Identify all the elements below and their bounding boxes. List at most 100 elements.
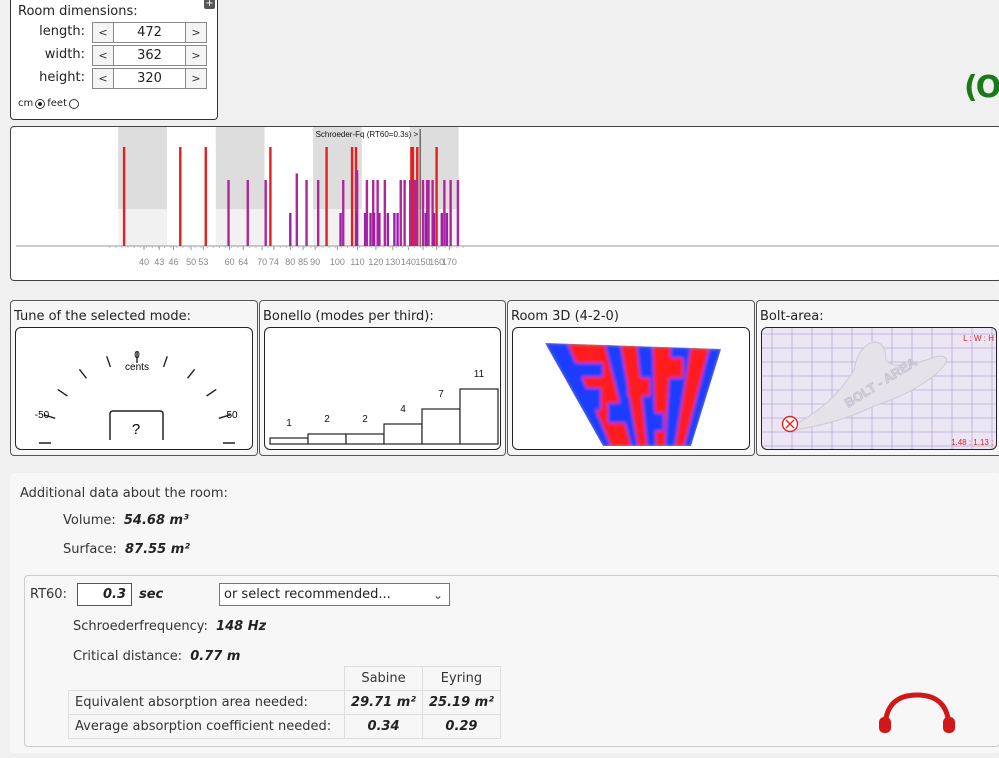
- bonello-panel: Bonello (modes per third): 1 2 2 4 7 11: [259, 300, 506, 456]
- mode-bar-oblique[interactable]: [372, 213, 376, 246]
- mode-bar-oblique[interactable]: [339, 213, 342, 246]
- band-upper: [215, 127, 265, 209]
- bonello-count: 4: [400, 404, 406, 415]
- unit-selector: cm feet: [18, 98, 81, 109]
- tick-label: 90: [310, 257, 320, 267]
- tick-label: 170: [442, 257, 457, 267]
- tick-label: 80: [285, 257, 295, 267]
- mode-bar-tangential[interactable]: [456, 180, 460, 246]
- rt60-unit: sec: [139, 587, 164, 602]
- bonello-count: 7: [438, 389, 444, 400]
- absorption-table: Sabine Eyring Equivalent absorption area…: [68, 666, 501, 739]
- length-row: length: < 472 >: [11, 22, 211, 43]
- mode-bar-tangential[interactable]: [316, 180, 320, 246]
- unit-feet-radio[interactable]: [35, 98, 46, 109]
- gauge-tick: [78, 368, 88, 379]
- bolt-area-svg: BOLT - AREA L : W : H 1.48 : 1.13 : 1: [762, 328, 996, 449]
- mode-bar-oblique[interactable]: [289, 213, 292, 246]
- height-decrease-button[interactable]: <: [92, 68, 114, 89]
- absorption-area-label: Equivalent absorption area needed:: [68, 690, 345, 715]
- mode-bar-axial[interactable]: [179, 147, 182, 246]
- mode-bar-oblique[interactable]: [363, 213, 367, 246]
- absorption-area-eyring: 25.19 m²: [422, 690, 501, 715]
- mode-bar-tangential[interactable]: [409, 180, 412, 246]
- room-modes-svg: 40 43 46 50 53 60 64 70 74 80 85 90 100 110 120 130 140 1…: [16, 127, 999, 267]
- mode-bar-axial[interactable]: [204, 147, 207, 246]
- rt60-label: RT60:: [30, 587, 67, 602]
- mode-bar-axial[interactable]: [269, 147, 272, 246]
- mode-bar-axial[interactable]: [435, 147, 438, 246]
- mode-bar-axial[interactable]: [350, 147, 354, 246]
- mode-bar-oblique[interactable]: [355, 213, 358, 246]
- mode-bar-oblique[interactable]: [424, 213, 427, 246]
- tick-label: 43: [154, 257, 164, 267]
- tune-title: Tune of the selected mode:: [14, 309, 191, 324]
- bonello-count: 2: [324, 414, 330, 425]
- mode-bar-tangential[interactable]: [305, 180, 308, 246]
- rt60-input[interactable]: 0.3: [77, 583, 132, 606]
- mode-bar-axial[interactable]: [122, 147, 126, 246]
- mode-bar-tangential[interactable]: [246, 180, 249, 246]
- width-decrease-button[interactable]: <: [92, 45, 114, 66]
- mode-bar-tangential[interactable]: [427, 180, 430, 246]
- mode-bar-tangential[interactable]: [414, 180, 418, 246]
- schroeder-row: Schroederfrequency: 148 Hz: [73, 619, 266, 634]
- width-increase-button[interactable]: >: [185, 45, 207, 66]
- mode-bar-tangential[interactable]: [264, 180, 267, 246]
- mode-bar-tangential[interactable]: [399, 180, 402, 246]
- bonello-count: 11: [474, 369, 485, 380]
- rt60-section: RT60: 0.3 sec or select recommended... ⌄…: [24, 575, 999, 747]
- tick-label: 70: [257, 257, 267, 267]
- length-decrease-button[interactable]: <: [92, 22, 114, 43]
- additional-data-section: Additional data about the room: Volume: …: [10, 473, 999, 753]
- length-input[interactable]: 472: [114, 22, 185, 43]
- absorption-area-sabine: 29.71 m²: [344, 690, 423, 715]
- length-label: length:: [39, 24, 85, 39]
- tick-label: 53: [198, 257, 208, 267]
- unit-cm-label: cm: [18, 98, 34, 109]
- bonello-svg: 1 2 2 4 7 11: [269, 369, 499, 445]
- bolt-lwh-label: L : W : H: [963, 334, 994, 343]
- room3d-title: Room 3D (4-2-0): [511, 309, 619, 324]
- tune-gauge: 0 cents -50 50 ?: [15, 327, 253, 450]
- mode-bar-tangential[interactable]: [443, 180, 446, 246]
- mode-bar-oblique[interactable]: [386, 213, 390, 246]
- length-increase-button[interactable]: >: [185, 22, 207, 43]
- mode-bar-tangential[interactable]: [421, 180, 425, 246]
- bolt-area-panel: Bolt-area: BOLT - AREA L : W : H 1.48 : …: [756, 300, 999, 456]
- mode-bar-oblique[interactable]: [396, 213, 399, 246]
- mode-bar-tangential[interactable]: [383, 180, 387, 246]
- mode-bar-tangential[interactable]: [449, 180, 452, 246]
- room-modes-chart[interactable]: 40 43 46 50 53 60 64 70 74 80 85 90 100 110 120 130 140 1…: [10, 126, 999, 281]
- unit-cm-radio[interactable]: [69, 98, 79, 109]
- gauge-value: ?: [132, 421, 140, 438]
- band-lower: [118, 209, 167, 246]
- height-input[interactable]: 320: [114, 68, 185, 89]
- mode-bar-oblique[interactable]: [393, 213, 396, 246]
- tick-label: 120: [368, 257, 383, 267]
- rt60-recommend-value: or select recommended...: [224, 587, 391, 602]
- band-lower: [215, 209, 265, 246]
- mode-bar-tangential[interactable]: [295, 173, 298, 246]
- mode-bar-tangential[interactable]: [342, 180, 345, 246]
- mode-bar-oblique[interactable]: [440, 213, 444, 246]
- mode-bar-axial[interactable]: [325, 147, 328, 246]
- height-increase-button[interactable]: >: [185, 68, 207, 89]
- tick-label: 50: [186, 257, 196, 267]
- rt60-recommend-select[interactable]: or select recommended... ⌄: [219, 583, 450, 606]
- room3d-view[interactable]: [512, 327, 750, 450]
- absorption-coef-eyring: 0.29: [422, 714, 501, 739]
- bonello-bar: [459, 388, 499, 445]
- bonello-bar: [421, 408, 461, 445]
- mode-bar-oblique[interactable]: [378, 213, 381, 246]
- expand-plus-icon[interactable]: +: [204, 0, 215, 9]
- bolt-area-title: Bolt-area:: [760, 309, 824, 324]
- mode-bar-oblique[interactable]: [369, 213, 372, 246]
- width-input[interactable]: 362: [114, 45, 185, 66]
- mode-bar-tangential[interactable]: [403, 180, 406, 246]
- tick-label: 64: [238, 257, 248, 267]
- mode-bar-oblique[interactable]: [432, 213, 436, 246]
- room3d-svg: [545, 343, 721, 446]
- mode-bar-oblique[interactable]: [445, 213, 449, 246]
- mode-bar-tangential[interactable]: [227, 180, 230, 246]
